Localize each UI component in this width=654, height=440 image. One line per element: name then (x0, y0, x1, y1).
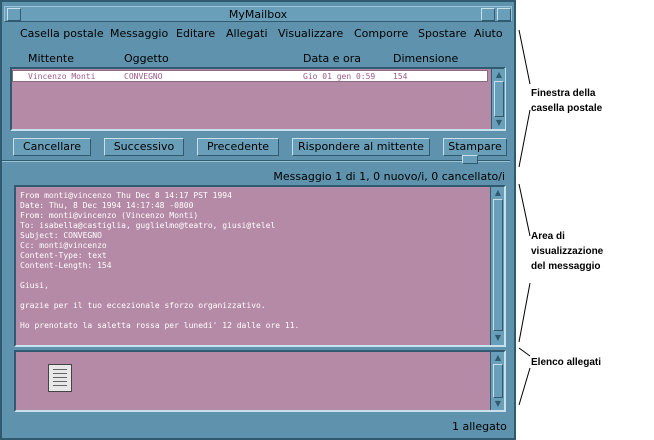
callout-lines (518, 29, 531, 406)
annotation-mailbox-window: Finestra della casella postale (531, 88, 603, 114)
annotation-attachment-list: Elenco allegati (531, 357, 602, 368)
annotation-message-area: Area di visualizzazione del messaggio (531, 231, 604, 272)
